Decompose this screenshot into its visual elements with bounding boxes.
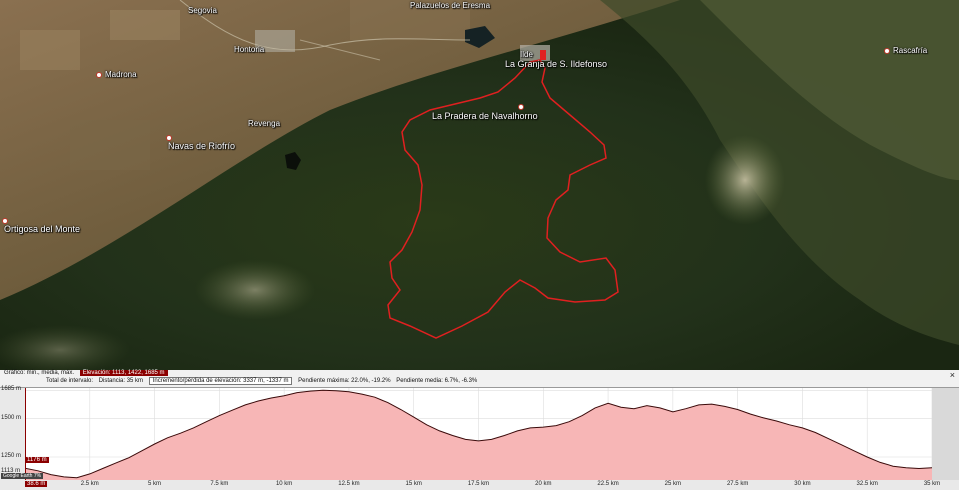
x-tick-label: 25 km [664,481,682,487]
y-tick-label: 1500 m [1,414,22,421]
place-label: Madrona [105,70,137,79]
place-label: Rascafría [893,46,928,55]
place-hontoria[interactable]: Hontoria [234,45,264,54]
x-tick-label: 32.5 km [856,481,878,487]
place-revenga[interactable]: Revenga [248,119,280,128]
terrain-image [0,0,959,370]
x-axis: 38.6 m 2.5 km 5 km 7.5 km 10 km 12.5 km 15 km… [0,480,959,490]
gain-loss-stat: Incremento/pérdida de elevación: 3337 m,… [148,377,293,385]
place-pin-icon [884,47,890,54]
elevation-profile-panel: Gráfico: min., media, máx. Elevación: 11… [0,370,959,490]
place-label: Hontoria [234,45,265,54]
cursor-elevation-tag: 1176 m [25,457,49,463]
x-tick-label: 2.5 km [80,481,99,487]
x-tick-label: 27.5 km [726,481,749,487]
satellite-map[interactable]: Segovia Hontoria Madrona Revenga Navas d… [0,0,959,370]
place-pradera-pin [518,104,524,110]
place-label: Segovia [188,6,217,15]
place-segovia[interactable]: Segovia [188,6,217,15]
x-tick-label: 12.5 km [338,481,360,487]
profile-cursor-line[interactable] [25,388,26,480]
place-label: Ortigosa del Monte [4,224,81,234]
x-tick-label: 30 km [794,481,811,487]
x-tick-label: 10 km [275,481,293,487]
stats-line-1: Gráfico: min., media, máx. Elevación: 11… [4,370,172,376]
place-pin-icon [518,104,524,110]
place-label: Palazuelos de Eresma [410,1,491,10]
place-rascafria[interactable]: Rascafría [884,46,927,55]
x-tick-label: 22.5 km [597,481,619,487]
elevation-graph[interactable] [25,388,932,480]
interval-total-label: Total de intervalo: [46,378,94,384]
x-tick-label: 17.5 km [467,481,490,487]
x-tick-label: 7.5 km [210,481,229,487]
x-tick-label: 35 km [923,481,941,487]
elevation-chart-svg [25,388,932,480]
place-pin-icon [96,71,102,78]
stats-line-2: Total de intervalo: Distancia: 35 km Inc… [46,377,481,385]
place-ortigosa-del-monte[interactable]: Ortigosa del Monte [4,224,80,234]
x-tick-label: 15 km [405,481,422,487]
place-palazuelos-de-eresma[interactable]: Palazuelos de Eresma [410,1,490,10]
place-ildefonso-short: Ilde [520,50,533,59]
place-label: La Granja de S. Ildefonso [505,59,608,69]
place-navas-label-wrap: Navas de Riofrío [168,141,235,151]
place-la-pradera-de-navalhorno[interactable]: La Pradera de Navalhorno [432,111,538,121]
close-profile-icon[interactable]: × [950,370,955,380]
place-label: Ilde [520,50,533,59]
distance-stat: Distancia: 35 km [98,378,144,384]
place-label: Revenga [248,119,281,128]
y-tick-label: 1685 m [1,386,22,393]
place-label: La Pradera de Navalhorno [432,111,538,121]
x-tick-label: 5 km [148,481,162,487]
profile-stats-bar: Gráfico: min., media, máx. Elevación: 11… [0,370,959,388]
x-tick-label: 20 km [535,481,552,487]
avg-slope-stat: Pendiente media: 6.7%, -6.3% [396,378,478,384]
cursor-slope-tag: Google Earth 7% [1,473,44,479]
y-tick-label: 1250 m [1,453,22,459]
elevation-stat[interactable]: Elevación: 1113, 1422, 1685 m [79,370,168,376]
place-label: Navas de Riofrío [168,141,236,151]
graph-type-label: Gráfico: min., media, máx. [4,370,75,376]
place-madrona[interactable]: Madrona [96,70,137,79]
cursor-distance-tag: 38.6 m [25,481,48,487]
place-la-granja-de-san-ildefonso[interactable]: La Granja de S. Ildefonso [505,59,607,69]
y-axis: 1685 m 1500 m 1250 m [0,386,25,480]
max-slope-stat: Pendiente máxima: 22.0%, -19.2% [298,378,391,384]
